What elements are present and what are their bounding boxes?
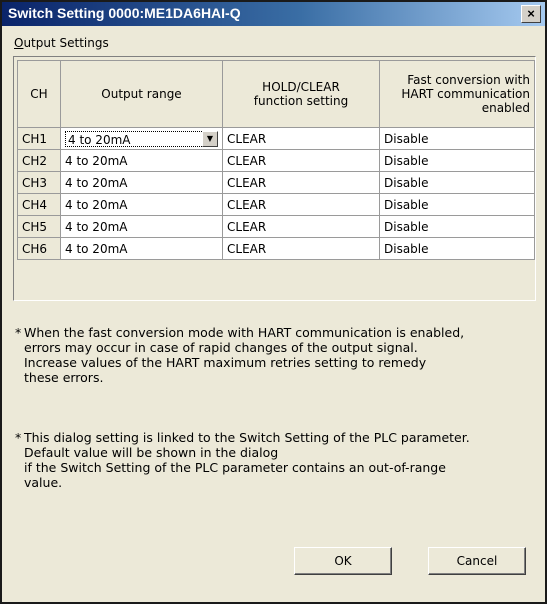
row-header: CH1 <box>17 127 61 150</box>
ok-button[interactable]: OK <box>294 547 392 575</box>
row-header: CH3 <box>17 171 61 194</box>
note-line: Increase values of the HART maximum retr… <box>24 355 427 370</box>
note-bullet: * <box>15 325 22 340</box>
note-bullet: * <box>15 430 22 445</box>
table-row[interactable]: CH3 4 to 20mA CLEAR Disable <box>17 171 535 194</box>
note-line: value. <box>24 475 63 490</box>
output-range-cell[interactable]: 4 to 20mA <box>60 149 223 172</box>
fast-header-line3: enabled <box>481 101 530 115</box>
hold-header-line2: function setting <box>253 94 349 108</box>
hold-clear-cell[interactable]: CLEAR <box>222 215 380 238</box>
output-settings-grid: CH Output range HOLD/CLEAR function setti… <box>13 56 536 301</box>
col-header-output-range: Output range <box>60 60 223 128</box>
table-row[interactable]: CH5 4 to 20mA CLEAR Disable <box>17 215 535 238</box>
col-header-ch: CH <box>17 60 61 128</box>
col-header-fast-conversion: Fast conversion with HART communication en… <box>379 60 535 128</box>
col-header-hold-clear: HOLD/CLEAR function setting <box>222 60 380 128</box>
plc-parameter-note: * This dialog setting is linked to the S… <box>15 430 535 490</box>
chevron-down-icon[interactable]: ▼ <box>202 130 218 147</box>
hold-clear-cell[interactable]: CLEAR <box>222 149 380 172</box>
output-range-cell[interactable]: 4 to 20mA <box>60 193 223 216</box>
note-line: Default value will be shown in the dialo… <box>24 445 279 460</box>
fast-conversion-cell[interactable]: Disable <box>379 237 535 260</box>
output-range-combobox[interactable]: 4 to 20mA ▼ <box>65 130 218 147</box>
fast-conversion-cell[interactable]: Disable <box>379 171 535 194</box>
hold-header-line1: HOLD/CLEAR <box>262 80 340 94</box>
output-range-cell[interactable]: 4 to 20mA <box>60 171 223 194</box>
output-settings-label-text: utput Settings <box>23 36 109 50</box>
note-line: This dialog setting is linked to the Swi… <box>24 430 470 445</box>
hold-clear-cell[interactable]: CLEAR <box>222 127 380 150</box>
note-line: if the Switch Setting of the PLC paramet… <box>24 460 446 475</box>
output-settings-label: Output Settings <box>14 36 109 50</box>
title-bar[interactable]: Switch Setting 0000:ME1DA6HAI-Q × <box>2 2 545 26</box>
table-row[interactable]: CH4 4 to 20mA CLEAR Disable <box>17 193 535 216</box>
note-line: these errors. <box>24 370 104 385</box>
cancel-button[interactable]: Cancel <box>428 547 526 575</box>
fast-conversion-cell[interactable]: Disable <box>379 215 535 238</box>
output-range-cell[interactable]: 4 to 20mA <box>60 237 223 260</box>
settings-table: CH Output range HOLD/CLEAR function setti… <box>17 60 535 260</box>
row-header: CH2 <box>17 149 61 172</box>
table-header-row: CH Output range HOLD/CLEAR function setti… <box>17 60 535 128</box>
fast-conversion-cell[interactable]: Disable <box>379 127 535 150</box>
hart-retry-note: * When the fast conversion mode with HAR… <box>15 325 535 385</box>
window-title: Switch Setting 0000:ME1DA6HAI-Q <box>8 5 241 21</box>
fast-header-line2: HART communication <box>401 87 530 101</box>
fast-conversion-cell[interactable]: Disable <box>379 149 535 172</box>
note-line: errors may occur in case of rapid change… <box>24 340 418 355</box>
note-line: When the fast conversion mode with HART … <box>24 325 465 340</box>
hold-clear-cell[interactable]: CLEAR <box>222 171 380 194</box>
output-range-cell[interactable]: 4 to 20mA ▼ <box>60 127 223 150</box>
fast-conversion-cell[interactable]: Disable <box>379 193 535 216</box>
output-range-value: 4 to 20mA <box>68 132 131 147</box>
fast-header-line1: Fast conversion with <box>407 73 530 87</box>
output-range-cell[interactable]: 4 to 20mA <box>60 215 223 238</box>
row-header: CH4 <box>17 193 61 216</box>
row-header: CH6 <box>17 237 61 260</box>
table-row[interactable]: CH6 4 to 20mA CLEAR Disable <box>17 237 535 260</box>
table-row[interactable]: CH2 4 to 20mA CLEAR Disable <box>17 149 535 172</box>
dialog-window: Switch Setting 0000:ME1DA6HAI-Q × Output… <box>0 0 547 604</box>
close-icon[interactable]: × <box>521 5 541 23</box>
hold-clear-cell[interactable]: CLEAR <box>222 237 380 260</box>
row-header: CH5 <box>17 215 61 238</box>
hold-clear-cell[interactable]: CLEAR <box>222 193 380 216</box>
table-row[interactable]: CH1 4 to 20mA ▼ CLEAR Disable <box>17 127 535 150</box>
